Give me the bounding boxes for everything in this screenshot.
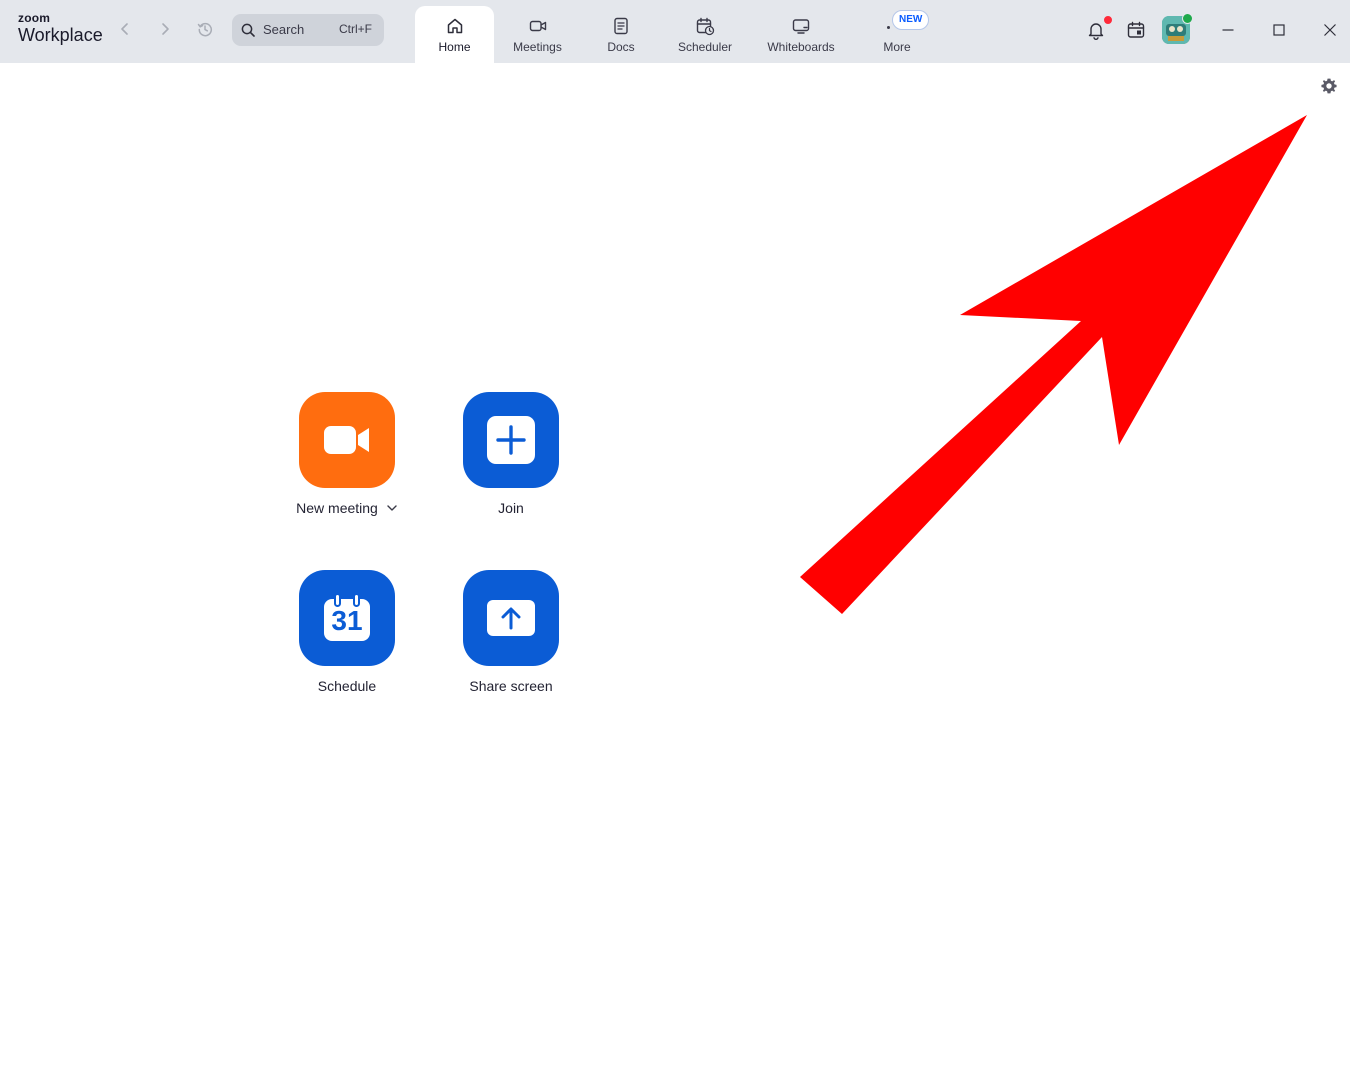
- join-button[interactable]: [463, 392, 559, 488]
- join-action[interactable]: Join: [441, 392, 581, 516]
- chevron-left-icon: [121, 23, 128, 35]
- presence-online-dot: [1182, 13, 1193, 24]
- tab-more-label: More: [883, 40, 911, 54]
- calendar-icon: 31: [323, 594, 371, 642]
- chevron-right-icon: [162, 23, 169, 35]
- tab-whiteboards[interactable]: Whiteboards: [757, 6, 845, 63]
- logo-zoom: zoom: [18, 11, 51, 25]
- schedule-action[interactable]: 31 Schedule: [277, 570, 417, 694]
- schedule-button[interactable]: 31: [299, 570, 395, 666]
- tab-meetings[interactable]: Meetings: [500, 6, 575, 63]
- forward-button[interactable]: [154, 18, 176, 40]
- search-icon: [241, 23, 255, 37]
- annotation-arrow-shape: [800, 115, 1307, 614]
- home-icon: [447, 18, 462, 34]
- calendar-icon: [1127, 21, 1145, 38]
- minimize-icon: [1222, 29, 1234, 31]
- video-camera-icon: [324, 426, 369, 454]
- search-shortcut: Ctrl+F: [339, 22, 372, 36]
- search-box[interactable]: Ctrl+F: [232, 14, 384, 46]
- maximize-button[interactable]: [1267, 18, 1291, 42]
- new-badge: NEW: [892, 10, 930, 30]
- chevron-down-icon[interactable]: [386, 502, 398, 514]
- document-icon: [614, 17, 628, 35]
- share-screen-action[interactable]: Share screen: [441, 570, 581, 694]
- tab-docs[interactable]: Docs: [590, 6, 652, 63]
- new-meeting-label: New meeting: [296, 500, 378, 516]
- join-label: Join: [498, 500, 524, 516]
- plus-icon: [487, 416, 535, 464]
- calendar-button[interactable]: [1124, 18, 1148, 42]
- close-icon: [1324, 24, 1336, 36]
- tab-home[interactable]: Home: [415, 6, 494, 63]
- share-screen-label: Share screen: [469, 678, 553, 694]
- share-screen-button[interactable]: [463, 570, 559, 666]
- notification-dot: [1103, 15, 1113, 25]
- logo-workplace: Workplace: [18, 25, 103, 45]
- tab-docs-label: Docs: [607, 40, 635, 54]
- new-meeting-action[interactable]: New meeting: [277, 392, 417, 516]
- minimize-button[interactable]: [1216, 18, 1240, 42]
- history-clock-icon: [197, 22, 213, 37]
- calendar-day-number: 31: [331, 605, 363, 636]
- title-bar: zoom Workplace Ctrl+F Home Meeting: [0, 0, 1350, 63]
- app-logo: zoom Workplace: [18, 12, 103, 44]
- video-camera-icon: [529, 20, 546, 32]
- tab-scheduler-label: Scheduler: [677, 40, 733, 54]
- history-button[interactable]: [194, 18, 216, 40]
- maximize-icon: [1273, 24, 1285, 36]
- tab-scheduler[interactable]: Scheduler: [668, 6, 742, 63]
- calendar-clock-icon: [696, 17, 715, 36]
- whiteboard-icon: [792, 19, 810, 34]
- search-input[interactable]: [263, 22, 333, 37]
- new-meeting-caption[interactable]: New meeting: [296, 500, 398, 516]
- more-dots-icon: [887, 26, 890, 29]
- tab-meetings-label: Meetings: [513, 40, 562, 54]
- tab-whiteboards-label: Whiteboards: [767, 40, 835, 54]
- back-button[interactable]: [114, 18, 136, 40]
- annotation-arrow: [800, 115, 1307, 614]
- settings-button[interactable]: [1319, 76, 1339, 96]
- share-screen-upload-icon: [487, 600, 535, 636]
- new-meeting-button[interactable]: [299, 392, 395, 488]
- schedule-label: Schedule: [317, 678, 377, 694]
- tab-home-label: Home: [438, 40, 471, 54]
- close-button[interactable]: [1318, 18, 1342, 42]
- gear-icon: [1321, 78, 1337, 94]
